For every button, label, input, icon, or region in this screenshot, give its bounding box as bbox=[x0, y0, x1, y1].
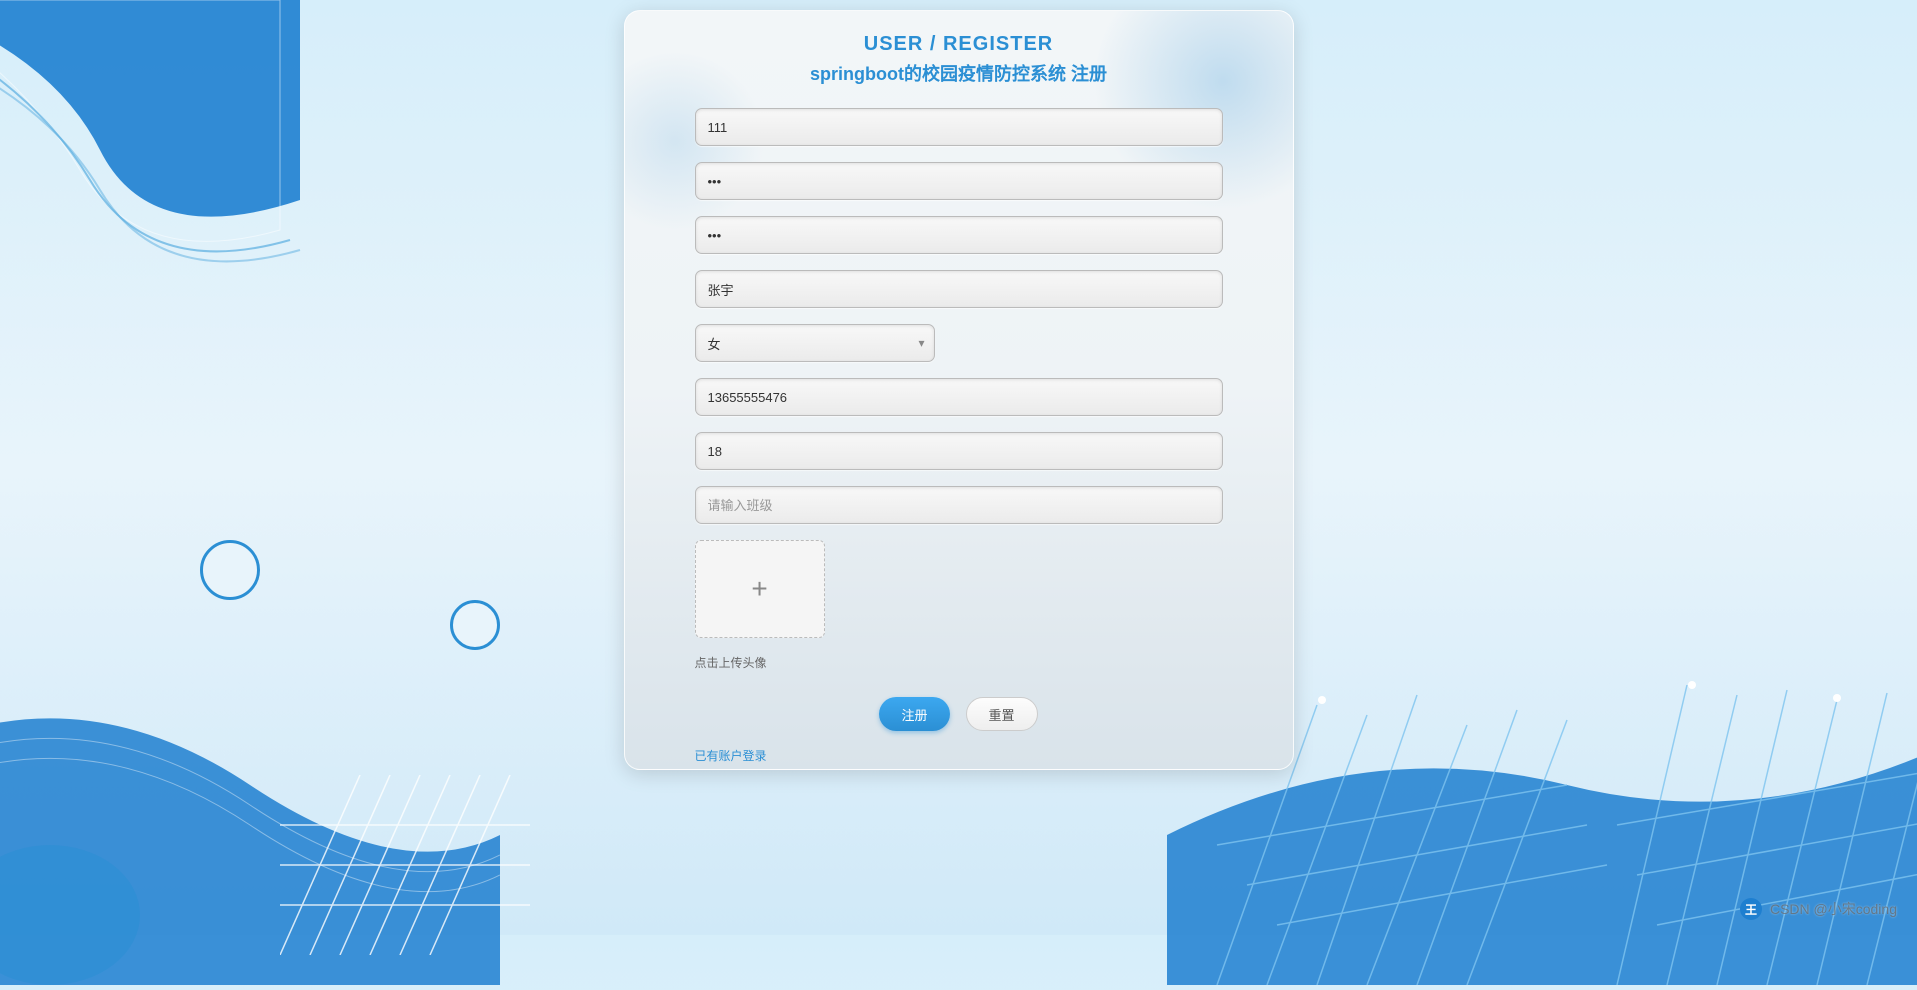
plus-icon: + bbox=[751, 573, 767, 605]
bg-decoration-top-left bbox=[0, 0, 400, 400]
bg-decoration-grid-left bbox=[280, 775, 530, 955]
upload-label: 点击上传头像 bbox=[695, 654, 1223, 671]
submit-button[interactable]: 注册 bbox=[879, 697, 949, 731]
reset-button[interactable]: 重置 bbox=[966, 697, 1038, 731]
gender-selected-value: 女 bbox=[708, 334, 721, 353]
watermark-text: CSDN @小宋coding bbox=[1770, 899, 1897, 919]
password-input[interactable] bbox=[695, 162, 1223, 200]
register-form-card: USER / REGISTER springboot的校园疫情防控系统 注册 女… bbox=[624, 10, 1294, 770]
bg-decoration-circle-1 bbox=[200, 540, 260, 600]
form-title-section: USER / REGISTER springboot的校园疫情防控系统 注册 bbox=[695, 33, 1223, 86]
phone-input[interactable] bbox=[695, 378, 1223, 416]
watermark-badge-icon: 王 bbox=[1740, 898, 1762, 920]
title-sub: springboot的校园疫情防控系统 注册 bbox=[695, 60, 1223, 86]
avatar-upload-box[interactable]: + bbox=[695, 540, 825, 638]
realname-input[interactable] bbox=[695, 270, 1223, 308]
confirm-password-input[interactable] bbox=[695, 216, 1223, 254]
login-link[interactable]: 已有账户登录 bbox=[695, 749, 767, 763]
watermark: 王 CSDN @小宋coding bbox=[1740, 898, 1897, 920]
username-input[interactable] bbox=[695, 108, 1223, 146]
gender-select[interactable]: 女 bbox=[695, 324, 935, 362]
age-input[interactable] bbox=[695, 432, 1223, 470]
class-input[interactable] bbox=[695, 486, 1223, 524]
title-main: USER / REGISTER bbox=[695, 33, 1223, 56]
button-row: 注册 重置 bbox=[695, 697, 1223, 731]
